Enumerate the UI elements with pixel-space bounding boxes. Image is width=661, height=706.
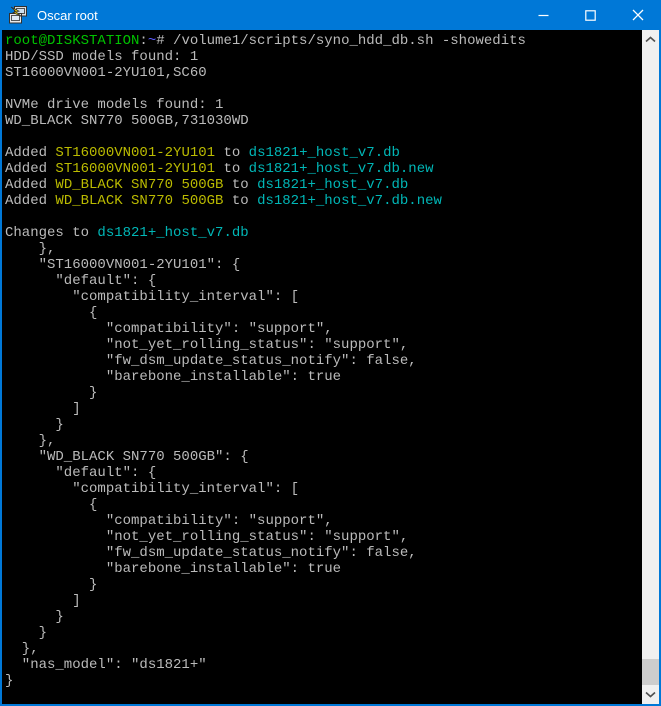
terminal-line: "compatibility": "support",	[5, 513, 642, 529]
terminal-line	[5, 81, 642, 97]
terminal-line: Added WD_BLACK SN770 500GB to ds1821+_ho…	[5, 177, 642, 193]
window-controls	[520, 0, 661, 30]
terminal-line: Added WD_BLACK SN770 500GB to ds1821+_ho…	[5, 193, 642, 209]
terminal-screen[interactable]: root@DISKSTATION:~# /volume1/scripts/syn…	[2, 30, 642, 704]
terminal-line: "fw_dsm_update_status_notify": false,	[5, 545, 642, 561]
terminal-line: "not_yet_rolling_status": "support",	[5, 529, 642, 545]
putty-app-icon[interactable]	[8, 5, 28, 25]
terminal-line: }	[5, 577, 642, 593]
putty-terminal-icon	[8, 5, 28, 25]
terminal-line: "WD_BLACK SN770 500GB": {	[5, 449, 642, 465]
terminal-line: "barebone_installable": true	[5, 561, 642, 577]
terminal-line: }	[5, 625, 642, 641]
terminal-line: NVMe drive models found: 1	[5, 97, 642, 113]
terminal-line: "nas_model": "ds1821+"	[5, 657, 642, 673]
terminal-line: root@DISKSTATION:~# /volume1/scripts/syn…	[5, 33, 642, 49]
terminal-line: WD_BLACK SN770 500GB,731030WD	[5, 113, 642, 129]
minimize-icon	[538, 10, 549, 21]
terminal-line: "compatibility_interval": [	[5, 481, 642, 497]
terminal-line: "compatibility_interval": [	[5, 289, 642, 305]
terminal-line: ST16000VN001-2YU101,SC60	[5, 65, 642, 81]
putty-window: Oscar root root@DISKSTATION:~# /volume1	[0, 0, 661, 706]
minimize-button[interactable]	[520, 0, 567, 30]
terminal-line: "compatibility": "support",	[5, 321, 642, 337]
title-bar[interactable]: Oscar root	[0, 0, 661, 30]
terminal-line: },	[5, 433, 642, 449]
window-title: Oscar root	[37, 8, 520, 23]
terminal-line: Added ST16000VN001-2YU101 to ds1821+_hos…	[5, 145, 642, 161]
terminal-line: "default": {	[5, 273, 642, 289]
terminal-line	[5, 209, 642, 225]
terminal-line: }	[5, 609, 642, 625]
maximize-icon	[585, 10, 596, 21]
terminal-line: HDD/SSD models found: 1	[5, 49, 642, 65]
terminal-line: {	[5, 305, 642, 321]
maximize-button[interactable]	[567, 0, 614, 30]
window-body: root@DISKSTATION:~# /volume1/scripts/syn…	[0, 30, 661, 706]
close-button[interactable]	[614, 0, 661, 30]
terminal-line: "not_yet_rolling_status": "support",	[5, 337, 642, 353]
terminal-line: }	[5, 385, 642, 401]
terminal-line: }	[5, 417, 642, 433]
scrollbar-thumb[interactable]	[642, 659, 659, 685]
terminal-line	[5, 129, 642, 145]
close-icon	[632, 9, 644, 21]
terminal-line: },	[5, 241, 642, 257]
chevron-down-icon	[645, 691, 656, 698]
scrollbar[interactable]	[642, 30, 659, 704]
scroll-up-button[interactable]	[642, 31, 659, 48]
terminal-line: {	[5, 497, 642, 513]
terminal-line: "fw_dsm_update_status_notify": false,	[5, 353, 642, 369]
terminal-line: "ST16000VN001-2YU101": {	[5, 257, 642, 273]
scroll-down-button[interactable]	[642, 686, 659, 703]
terminal-line: "barebone_installable": true	[5, 369, 642, 385]
terminal-line: ]	[5, 593, 642, 609]
terminal-line: ]	[5, 401, 642, 417]
terminal-line: Added ST16000VN001-2YU101 to ds1821+_hos…	[5, 161, 642, 177]
terminal-line: },	[5, 641, 642, 657]
chevron-up-icon	[645, 36, 656, 43]
terminal-line: }	[5, 673, 642, 689]
terminal-line: "default": {	[5, 465, 642, 481]
terminal-line: Changes to ds1821+_host_v7.db	[5, 225, 642, 241]
